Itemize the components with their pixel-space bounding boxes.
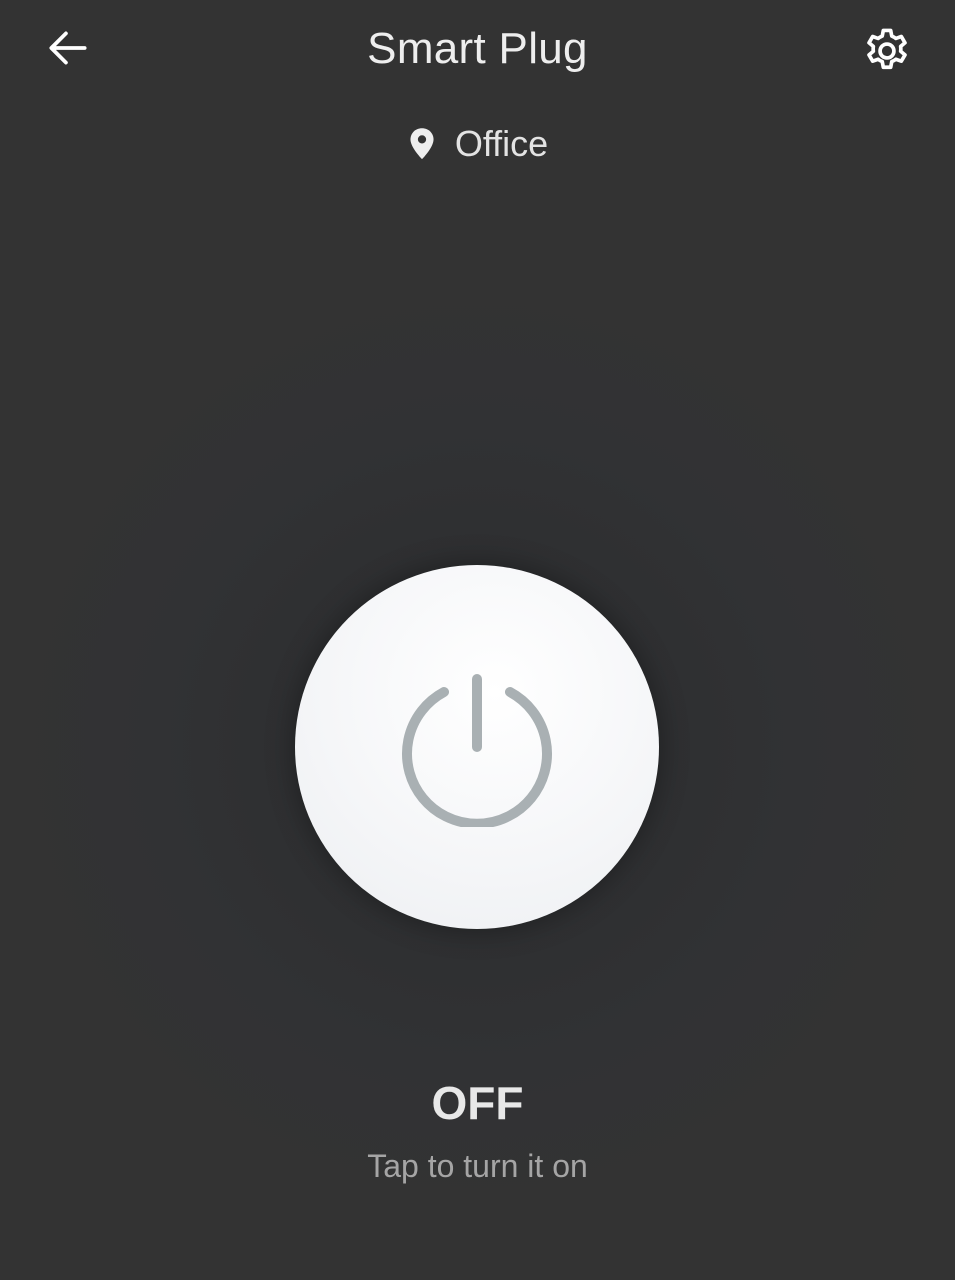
settings-button[interactable] <box>856 22 918 80</box>
smart-plug-screen: Smart Plug Office OFF Tap to turn it on <box>0 0 955 1280</box>
page-title: Smart Plug <box>367 24 588 73</box>
power-state-label: OFF <box>431 1077 524 1129</box>
location-row: Office <box>0 122 955 166</box>
gear-icon <box>867 28 907 70</box>
power-icon <box>402 674 552 827</box>
map-pin-icon <box>410 128 434 160</box>
power-hint-text: Tap to turn it on <box>367 1148 588 1184</box>
location-label: Office <box>454 123 549 164</box>
power-toggle-button[interactable] <box>295 565 659 929</box>
